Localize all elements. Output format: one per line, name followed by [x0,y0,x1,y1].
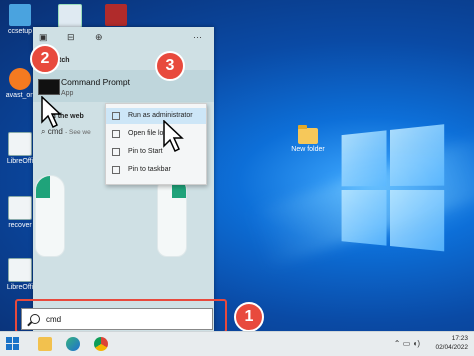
folder-icon [112,130,120,138]
app-icon [105,4,127,26]
command-prompt-icon [38,79,60,95]
folder-icon [298,125,318,144]
libreoffice-icon [8,132,32,156]
context-menu: Run as administrator Open file loc Pin t… [105,103,207,185]
libreoffice-icon [8,258,32,282]
pin-icon [112,166,120,174]
recycle-bin-icon [58,4,82,28]
pin-to-taskbar-item[interactable]: Pin to taskbar [106,162,206,178]
step-badge-3: 3 [155,51,185,81]
search-tabs: ▣ ⊟ ⊕ ··· [33,27,214,49]
clock[interactable]: 17:23 02/04/2022 [435,334,468,352]
desktop-folder-new-folder[interactable]: New folder [290,125,326,153]
clock-time: 17:23 [451,335,468,342]
taskbar: ⌃ ▭ ◖) 17:23 02/04/2022 [0,331,474,356]
tab-all-icon[interactable]: ▣ [39,32,48,43]
web-suffix: - See we [65,129,91,136]
clock-date: 02/04/2022 [435,344,468,351]
highlight-box-search [15,299,227,333]
tab-web-icon[interactable]: ⊕ [95,32,103,43]
open-file-location-item[interactable]: Open file loc [106,126,206,142]
shield-icon [112,112,120,120]
system-tray-icons[interactable]: ⌃ ▭ ◖) [394,339,420,348]
document-icon [8,196,32,220]
windows-start-icon [6,337,19,350]
result-title: Command Prompt [61,77,130,87]
mouse-illustration-left [35,175,65,257]
more-options-icon[interactable]: ··· [193,32,202,42]
best-match-heading: tch [59,57,70,64]
tab-documents-icon[interactable]: ⊟ [67,32,75,43]
step-badge-2: 2 [30,44,60,74]
edge-icon[interactable] [66,337,80,351]
step-badge-1: 1 [234,302,264,332]
chrome-icon[interactable] [94,337,108,351]
left-mouse-button-highlight [36,176,50,198]
desktop-icon-app[interactable] [98,4,134,28]
mouse-illustration-right [157,175,187,257]
pin-icon [112,148,120,156]
mouse-cursor-icon [163,120,184,153]
avast-icon [9,68,31,90]
start-button[interactable] [6,337,20,351]
installer-icon [9,4,31,26]
file-explorer-icon[interactable] [38,337,52,351]
windows-logo-wallpaper [341,124,449,256]
pin-to-start-item[interactable]: Pin to Start [106,144,206,160]
run-as-administrator-item[interactable]: Run as administrator [106,108,206,124]
mouse-cursor-icon [41,96,62,129]
